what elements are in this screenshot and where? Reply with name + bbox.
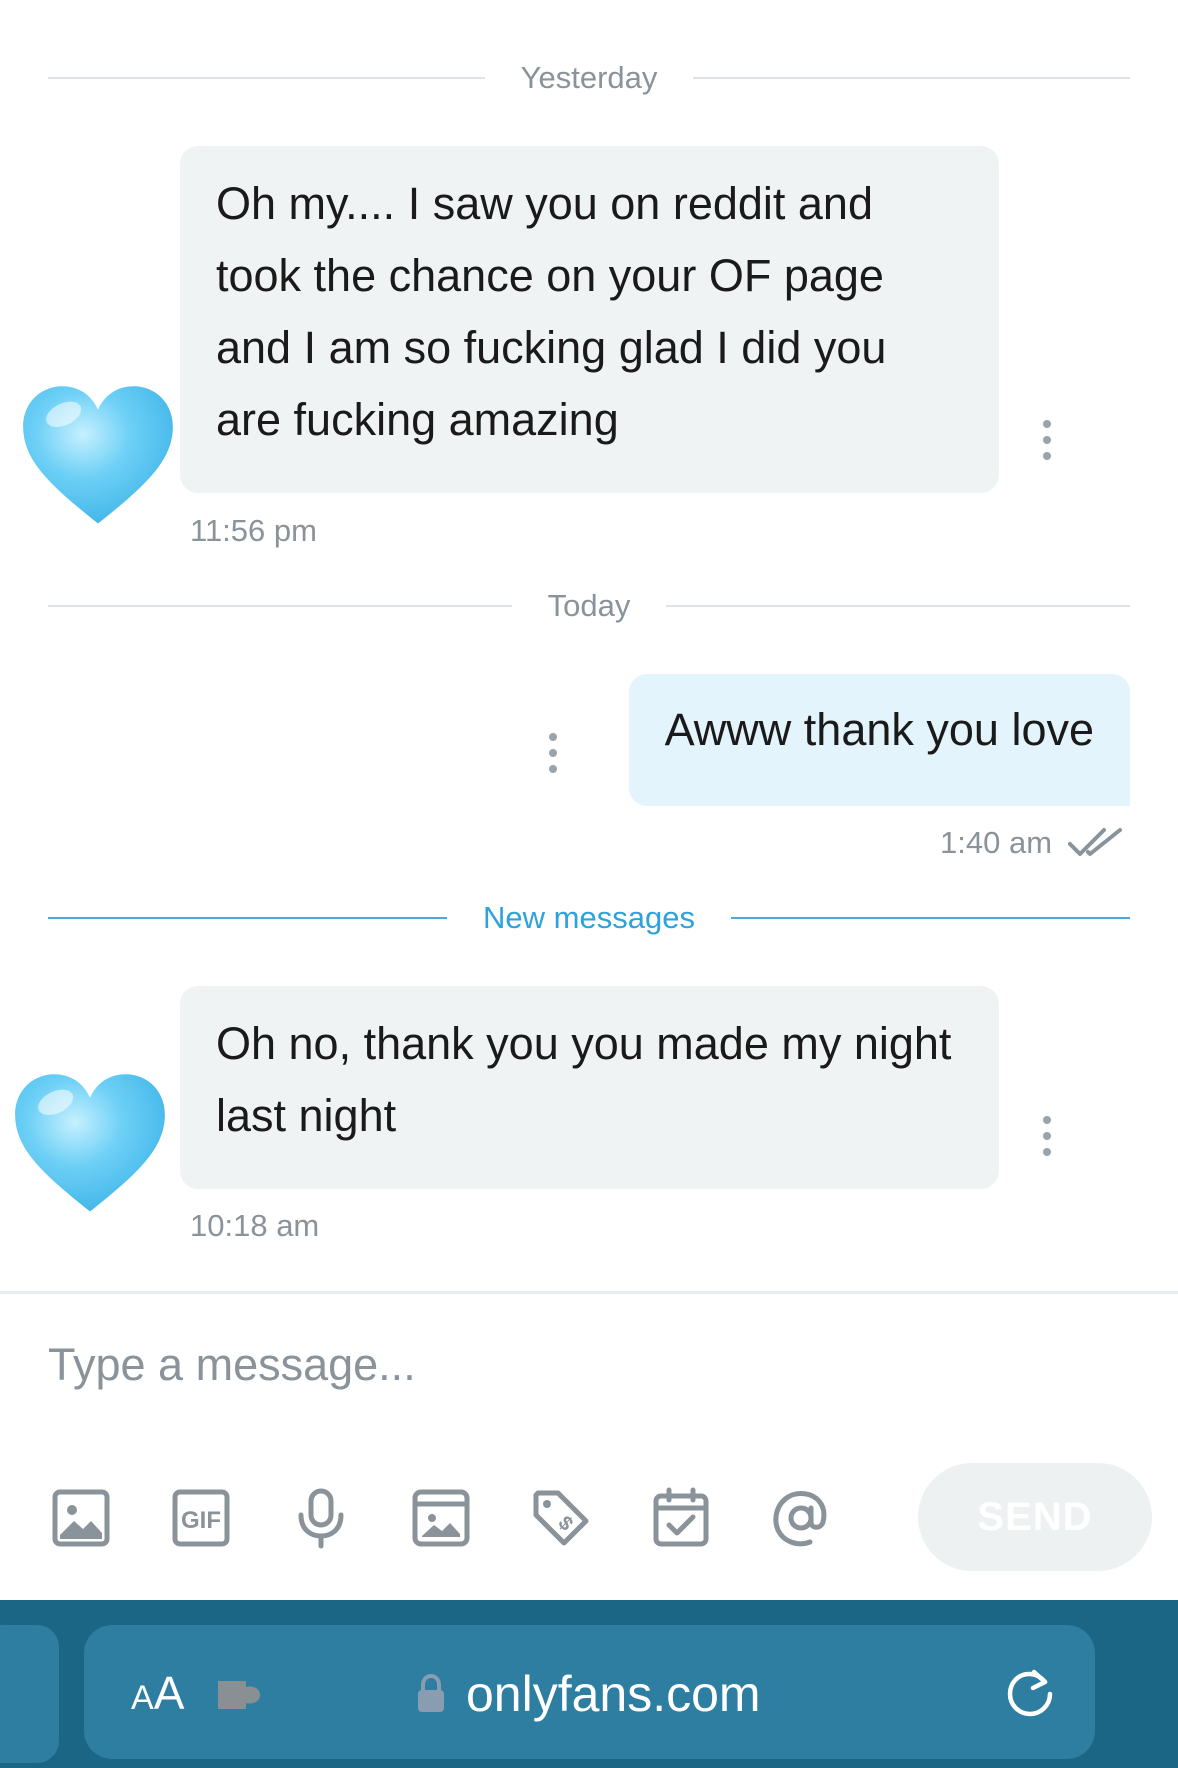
message-options-icon[interactable] [1040, 1116, 1054, 1156]
calendar-icon[interactable] [650, 1487, 712, 1549]
divider-line [666, 605, 1131, 607]
message-input[interactable] [48, 1330, 1130, 1400]
date-divider-label: Today [547, 588, 631, 623]
outgoing-message-bubble[interactable]: Awww thank you love [628, 674, 1130, 806]
extension-icon[interactable] [216, 1675, 266, 1715]
lock-icon [418, 1674, 444, 1712]
url-text: onlyfans.com [466, 1666, 761, 1722]
reload-icon[interactable] [1004, 1668, 1056, 1720]
blue-heart-icon [23, 386, 173, 524]
message-timestamp: 10:18 am [190, 1208, 320, 1243]
double-check-icon [1068, 828, 1122, 856]
incoming-message-bubble[interactable]: Oh my.... I saw you on reddit and took t… [180, 146, 999, 493]
new-messages-divider: New messages [48, 898, 1131, 938]
at-sign-icon[interactable] [770, 1487, 832, 1549]
send-button[interactable]: SEND [918, 1463, 1152, 1571]
date-divider-yesterday: Yesterday [48, 58, 1131, 98]
microphone-icon[interactable] [290, 1487, 352, 1549]
divider-line [48, 917, 448, 919]
media-vault-icon[interactable] [410, 1487, 472, 1549]
previous-tab[interactable] [0, 1625, 59, 1763]
message-options-icon[interactable] [1040, 420, 1054, 460]
image-icon[interactable] [50, 1487, 112, 1549]
message-timestamp: 1:40 am [940, 825, 1053, 860]
message-text: Oh my.... I saw you on reddit and took t… [216, 178, 887, 445]
gif-icon[interactable]: GIF [170, 1487, 232, 1549]
message-options-icon[interactable] [546, 733, 560, 773]
message-text: Oh no, thank you you made my night last … [216, 1018, 952, 1141]
svg-text:GIF: GIF [181, 1507, 221, 1534]
incoming-message-bubble[interactable]: Oh no, thank you you made my night last … [180, 986, 999, 1189]
divider-line [693, 77, 1131, 79]
message-text: Awww thank you love [664, 704, 1094, 755]
new-messages-label: New messages [483, 900, 695, 935]
blue-heart-icon [15, 1074, 165, 1212]
composer-separator [0, 1291, 1178, 1294]
date-divider-label: Yesterday [520, 60, 658, 95]
text-size-button[interactable]: AA [131, 1668, 184, 1723]
divider-line [730, 917, 1131, 919]
date-divider-today: Today [48, 586, 1131, 626]
divider-line [48, 77, 485, 79]
divider-line [48, 605, 512, 607]
price-tag-icon[interactable]: $ [530, 1487, 592, 1549]
message-timestamp: 11:56 pm [190, 513, 317, 548]
